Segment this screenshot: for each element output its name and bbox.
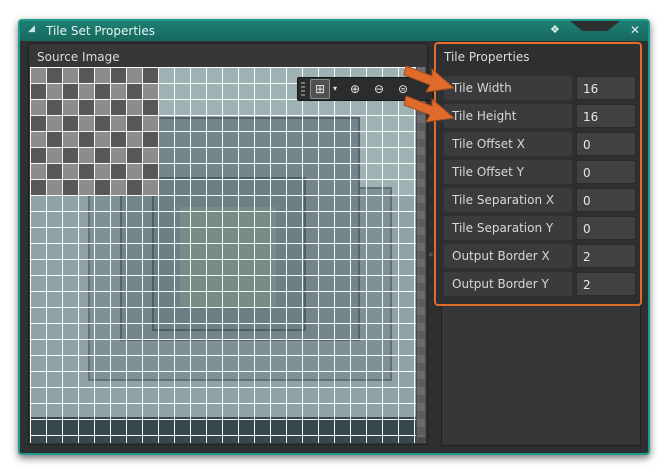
tile-grid-overlay bbox=[30, 67, 416, 443]
toolbar-grip[interactable] bbox=[301, 82, 305, 96]
output-border-y-input[interactable]: 2 bbox=[576, 272, 636, 296]
prop-row-tile-offset-x: Tile Offset X 0 bbox=[444, 132, 636, 156]
prop-label: Output Border Y bbox=[444, 272, 572, 296]
tile-width-input[interactable]: 16 bbox=[576, 76, 636, 100]
tile-offset-x-input[interactable]: 0 bbox=[576, 132, 636, 156]
title-bar[interactable]: ◢ Tile Set Properties ❖ ✕ bbox=[20, 21, 648, 41]
prop-row-output-border-y: Output Border Y 2 bbox=[444, 272, 636, 296]
close-icon[interactable]: ✕ bbox=[630, 23, 640, 37]
grid-dropdown-icon[interactable]: ▾ bbox=[330, 80, 340, 98]
tile-properties-panel: Tile Properties Tile Width 16 Tile Heigh… bbox=[434, 42, 642, 306]
callout-arrow-tile-height bbox=[403, 95, 456, 123]
prop-row-tile-height: Tile Height 16 bbox=[444, 104, 636, 128]
grid-toggle-icon[interactable]: ⊞ bbox=[310, 79, 330, 99]
prop-label: Tile Separation X bbox=[444, 188, 572, 212]
zoom-in-icon[interactable]: ⊕ bbox=[346, 80, 364, 98]
prop-label: Tile Offset X bbox=[444, 132, 572, 156]
tile-separation-x-input[interactable]: 0 bbox=[576, 188, 636, 212]
output-border-x-input[interactable]: 2 bbox=[576, 244, 636, 268]
collapse-icon[interactable]: ◢ bbox=[28, 24, 35, 34]
prop-row-tile-separation-x: Tile Separation X 0 bbox=[444, 188, 636, 212]
tile-offset-y-input[interactable]: 0 bbox=[576, 160, 636, 184]
zoom-out-icon[interactable]: ⊖ bbox=[370, 80, 388, 98]
prop-label: Tile Offset Y bbox=[444, 160, 572, 184]
prop-row-output-border-x: Output Border X 2 bbox=[444, 244, 636, 268]
splitter-expand-icon[interactable]: » bbox=[428, 250, 434, 260]
source-image-label: Source Image bbox=[37, 50, 120, 64]
prop-row-tile-width: Tile Width 16 bbox=[444, 76, 636, 100]
prop-label: Tile Height bbox=[444, 104, 572, 128]
prop-label: Output Border X bbox=[444, 244, 572, 268]
window-title: Tile Set Properties bbox=[46, 24, 155, 38]
tile-height-input[interactable]: 16 bbox=[576, 104, 636, 128]
title-notch bbox=[570, 21, 620, 31]
prop-label: Tile Width bbox=[444, 76, 572, 100]
prop-row-tile-separation-y: Tile Separation Y 0 bbox=[444, 216, 636, 240]
prop-row-tile-offset-y: Tile Offset Y 0 bbox=[444, 160, 636, 184]
source-image-canvas[interactable] bbox=[30, 67, 426, 443]
prop-label: Tile Separation Y bbox=[444, 216, 572, 240]
tile-separation-y-input[interactable]: 0 bbox=[576, 216, 636, 240]
gem-icon: ❖ bbox=[550, 23, 560, 36]
